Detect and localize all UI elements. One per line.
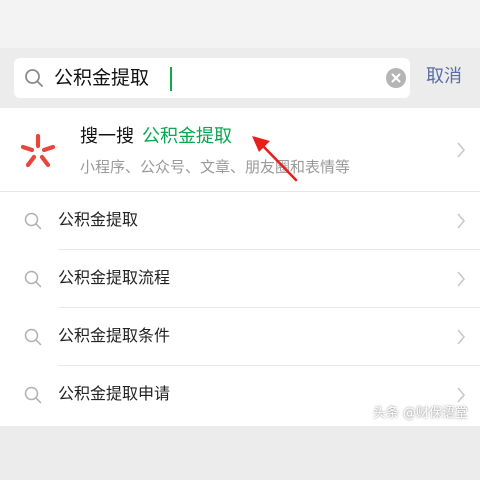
- text-caret: [170, 67, 172, 91]
- sousou-title: 搜一搜 公积金提取: [80, 124, 232, 150]
- sousou-label: 搜一搜: [80, 126, 134, 147]
- suggestion-item[interactable]: 公积金提取流程: [0, 250, 480, 308]
- search-icon: [25, 69, 43, 87]
- search-icon: [24, 270, 42, 288]
- search-bar: 公积金提取 取消: [0, 48, 480, 108]
- suggestion-label: 公积金提取流程: [58, 268, 171, 287]
- search-results-list: 搜一搜 公积金提取 小程序、公众号、文章、朋友圈和表情等 公积金提取 公积金提取流…: [0, 108, 480, 426]
- search-input[interactable]: 公积金提取: [54, 64, 149, 92]
- suggestion-label: 公积金提取条件: [58, 326, 171, 345]
- suggestion-label: 公积金提取申请: [58, 384, 171, 403]
- watermark: 头条 @财保语堂: [372, 406, 468, 421]
- search-box[interactable]: 公积金提取: [14, 58, 410, 98]
- cancel-button[interactable]: 取消: [426, 64, 462, 90]
- search-icon: [24, 212, 42, 230]
- chevron-right-icon: [457, 271, 466, 287]
- search-icon: [24, 328, 42, 346]
- sousou-logo-icon: [20, 133, 56, 168]
- suggestion-item[interactable]: 公积金提取: [0, 192, 480, 250]
- chevron-right-icon: [457, 142, 466, 158]
- sousou-keyword: 公积金提取: [142, 126, 232, 147]
- sousou-entry[interactable]: 搜一搜 公积金提取 小程序、公众号、文章、朋友圈和表情等: [0, 108, 480, 192]
- chevron-right-icon: [457, 213, 466, 229]
- bottom-area: [0, 426, 480, 480]
- search-icon: [24, 386, 42, 404]
- clear-icon[interactable]: [386, 68, 406, 88]
- suggestion-item[interactable]: 公积金提取条件: [0, 308, 480, 366]
- sousou-subtitle: 小程序、公众号、文章、朋友圈和表情等: [80, 158, 351, 176]
- chevron-right-icon: [457, 329, 466, 345]
- suggestion-label: 公积金提取: [58, 210, 139, 229]
- status-area: [0, 0, 480, 48]
